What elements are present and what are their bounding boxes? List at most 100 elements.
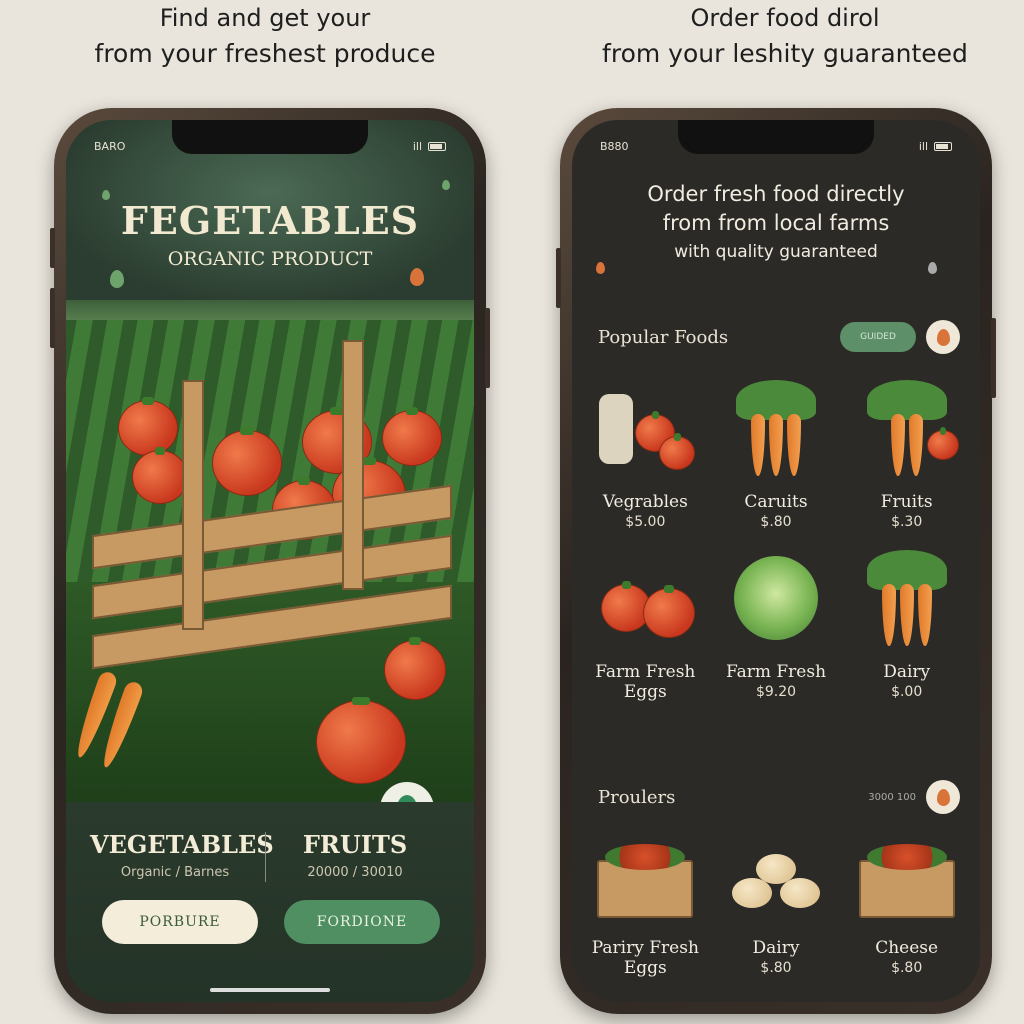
carrier-text: BARO: [94, 140, 126, 153]
status-bar: B880 ill: [600, 140, 952, 153]
category-subtitle: Organic / Barnes: [120, 865, 230, 880]
category-subtitle: 20000 / 30010: [307, 865, 403, 880]
producer-price: $.80: [760, 960, 792, 976]
popular-foods-header: Popular Foods GUIDED: [598, 320, 960, 354]
category-fruits[interactable]: FRUITS 20000 / 30010: [290, 830, 420, 880]
secondary-button[interactable]: FORDIONE: [284, 900, 440, 944]
hero-title: FEGETABLES: [120, 198, 420, 243]
primary-button[interactable]: PORBURE: [102, 900, 258, 944]
crate-handle: [342, 340, 364, 590]
tomato-image: [316, 697, 406, 784]
food-label: Farm Fresh Eggs: [595, 662, 696, 702]
producer-price: $.80: [891, 960, 923, 976]
headline-line3: with quality guaranteed: [674, 242, 878, 262]
volume-button: [50, 228, 55, 268]
left-phone: BARO ill FEGETABLES ORGANIC PRODUCT VEGE…: [50, 108, 490, 1014]
droplet-icon: [936, 328, 950, 346]
droplet-icon: [410, 268, 424, 286]
producer-item-cheese[interactable]: Cheese $.80: [843, 820, 970, 980]
battery-icon: [428, 142, 446, 151]
tomato-image: [212, 427, 282, 496]
status-bar: BARO ill: [94, 140, 446, 153]
headline-line2: from from local farms: [662, 211, 890, 235]
filter-pill[interactable]: GUIDED: [840, 322, 916, 352]
carrots-image: [890, 414, 923, 476]
hero-subtitle: ORGANIC PRODUCT: [167, 248, 373, 270]
crate-image: [597, 844, 694, 918]
category-name: FRUITS: [302, 830, 408, 859]
food-label: Farm Fresh: [725, 662, 827, 682]
home-indicator[interactable]: [210, 988, 330, 992]
producer-item-dairy[interactable]: Dairy $.80: [713, 820, 840, 980]
producer-image: [853, 820, 961, 928]
tomato-image: [643, 585, 696, 638]
food-image: [722, 544, 830, 652]
cabbage-image: [733, 556, 818, 640]
producer-item-pariry[interactable]: Pariry Fresh Eggs: [582, 820, 709, 980]
food-price: $.00: [891, 684, 923, 700]
droplet-icon: [110, 270, 124, 288]
producer-label: Dairy: [752, 938, 800, 958]
category-panel: VEGETABLES Organic / Barnes FRUITS 20000…: [66, 802, 474, 1002]
producers-header: Proulers 3000 100: [598, 780, 960, 814]
food-price: $9.20: [755, 684, 797, 700]
right-screen: B880 ill Order fresh food directly from …: [572, 120, 980, 1002]
tomato-image: [118, 397, 178, 456]
food-price: $.30: [891, 514, 923, 530]
food-label: Caruits: [744, 492, 808, 512]
section-tag: 3000 100: [868, 791, 916, 803]
left-caption-line1: Find and get your: [159, 4, 371, 32]
producer-label: Cheese: [875, 938, 939, 958]
section-title: Proulers: [598, 786, 676, 808]
category-vegetables[interactable]: VEGETABLES Organic / Barnes: [90, 830, 274, 880]
divider: [265, 832, 266, 882]
food-image: [591, 374, 699, 482]
tomato-image: [132, 447, 188, 504]
food-item-caruits[interactable]: Caruits $.80: [713, 374, 840, 530]
volume-button: [50, 288, 55, 348]
producer-label: Pariry Fresh Eggs: [591, 938, 699, 978]
power-button: [991, 318, 996, 398]
food-item-vegrables[interactable]: Vegrables $5.00: [582, 374, 709, 530]
filter-icon-button[interactable]: [926, 320, 960, 354]
left-caption-line2: from your freshest produce: [94, 39, 436, 68]
headline-line1: Order fresh food directly: [647, 182, 905, 206]
food-image: [853, 374, 961, 482]
food-label: Vegrables: [602, 492, 688, 512]
popular-foods-grid: Vegrables $5.00 Caruits $.80 Fruits $.30: [582, 374, 970, 704]
milk-jar-image: [599, 394, 634, 464]
volume-button: [556, 248, 561, 308]
right-phone: B880 ill Order fresh food directly from …: [556, 108, 996, 1014]
producer-image: [722, 820, 830, 928]
food-price: $5.00: [625, 514, 666, 530]
food-item-fruits[interactable]: Fruits $.30: [843, 374, 970, 530]
droplet-icon: [596, 262, 605, 274]
food-image: [591, 544, 699, 652]
droplet-icon: [928, 262, 937, 274]
tomato-image: [926, 427, 959, 460]
category-name: VEGETABLES: [90, 830, 274, 859]
droplet-icon: [936, 788, 950, 806]
producers-grid: Pariry Fresh Eggs Dairy $.80 Cheese $.80: [582, 820, 970, 980]
filter-icon-button[interactable]: [926, 780, 960, 814]
food-item-dairy[interactable]: Dairy $.00: [843, 544, 970, 704]
food-image: [853, 544, 961, 652]
food-item-farm-fresh[interactable]: Farm Fresh $9.20: [713, 544, 840, 704]
tomato-image: [384, 637, 446, 700]
carrots-image: [750, 414, 801, 476]
left-caption: Find and get your from your freshest pro…: [30, 0, 500, 72]
tomato-image: [659, 433, 696, 470]
right-caption-line1: Order food dirol: [690, 4, 880, 32]
signal-icon: ill: [918, 140, 928, 153]
crate-image: [858, 844, 955, 918]
food-label: Dairy: [883, 662, 931, 682]
right-caption: Order food dirol from your leshity guara…: [560, 0, 1010, 72]
headline: Order fresh food directly from from loca…: [572, 180, 980, 267]
power-button: [485, 308, 490, 388]
left-screen: BARO ill FEGETABLES ORGANIC PRODUCT VEGE…: [66, 120, 474, 1002]
right-caption-line2: from your leshity guaranteed: [602, 39, 968, 68]
carrots-image: [881, 584, 932, 646]
food-label: Fruits: [880, 492, 933, 512]
food-item-farm-fresh-eggs[interactable]: Farm Fresh Eggs: [582, 544, 709, 704]
tomato-image: [382, 407, 442, 466]
